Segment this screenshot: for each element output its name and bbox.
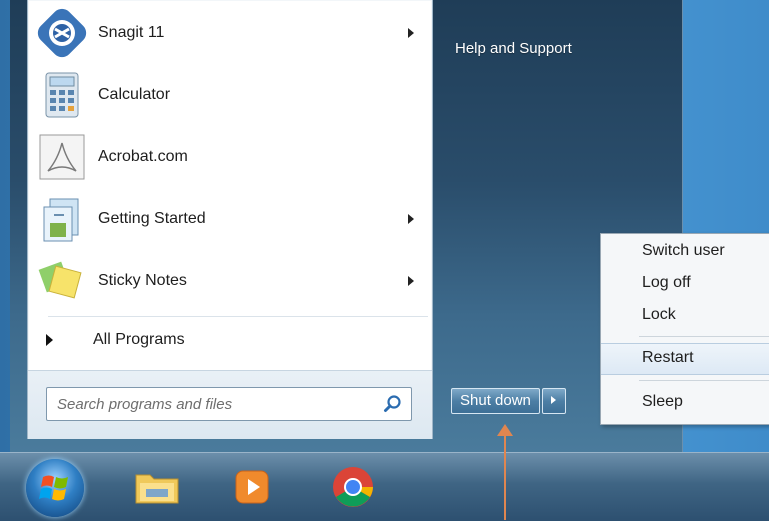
menu-item-lock[interactable]: Lock [601, 301, 769, 331]
acrobat-icon [36, 131, 88, 183]
menu-item-label: Switch user [642, 242, 725, 259]
annotation-arrow-head [497, 424, 513, 436]
program-item-snagit[interactable]: Snagit 11 [34, 4, 430, 62]
menu-item-sleep[interactable]: Sleep [601, 388, 769, 418]
program-label: Acrobat.com [98, 148, 188, 165]
submenu-arrow-icon [408, 28, 414, 38]
menu-item-label: Log off [642, 274, 691, 291]
program-item-sticky-notes[interactable]: Sticky Notes [34, 252, 430, 310]
program-item-calculator[interactable]: Calculator [34, 66, 430, 124]
program-item-getting-started[interactable]: Getting Started [34, 190, 430, 248]
menu-item-log-off[interactable]: Log off [601, 269, 769, 299]
search-box[interactable] [46, 387, 412, 421]
menu-item-label: Lock [642, 306, 676, 323]
help-and-support-link[interactable]: Help and Support [455, 40, 572, 57]
shutdown-button[interactable]: Shut down [451, 388, 540, 414]
menu-item-switch-user[interactable]: Switch user [601, 237, 769, 267]
media-player-icon[interactable] [228, 463, 278, 511]
menu-item-label: Restart [642, 349, 694, 366]
all-programs-label: All Programs [93, 331, 185, 348]
taskbar [0, 452, 769, 521]
all-programs-button[interactable]: All Programs [34, 318, 430, 362]
search-area [28, 370, 432, 439]
chevron-right-icon [550, 396, 556, 404]
submenu-arrow-icon [408, 276, 414, 286]
shutdown-control: Shut down [451, 388, 566, 414]
power-options-menu: Switch user Log off Lock Restart Sleep [600, 233, 769, 425]
program-label: Calculator [98, 86, 171, 103]
menu-item-restart[interactable]: Restart [601, 343, 769, 375]
snagit-icon [36, 7, 88, 59]
submenu-arrow-icon [408, 214, 414, 224]
program-label: Getting Started [98, 210, 206, 227]
expand-arrow-icon [46, 334, 53, 346]
program-item-acrobat[interactable]: Acrobat.com [34, 128, 430, 186]
sticky-notes-icon [36, 255, 88, 307]
program-list-divider [48, 316, 428, 317]
menu-item-label: Sleep [642, 393, 683, 410]
program-label: Sticky Notes [98, 272, 187, 289]
menu-divider [639, 336, 769, 337]
getting-started-icon [36, 193, 88, 245]
annotation-arrow [504, 432, 506, 520]
menu-divider [639, 380, 769, 381]
search-input[interactable] [55, 394, 379, 414]
program-label: Snagit 11 [98, 24, 165, 41]
start-orb-icon[interactable] [26, 459, 84, 517]
shutdown-options-button[interactable] [541, 388, 566, 414]
search-icon[interactable] [383, 394, 403, 414]
chrome-icon[interactable] [328, 463, 378, 511]
calculator-icon [36, 69, 88, 121]
windows-explorer-icon[interactable] [132, 463, 182, 511]
start-menu-program-list: Snagit 11 Calculator Acrobat.com Getting… [27, 0, 433, 439]
